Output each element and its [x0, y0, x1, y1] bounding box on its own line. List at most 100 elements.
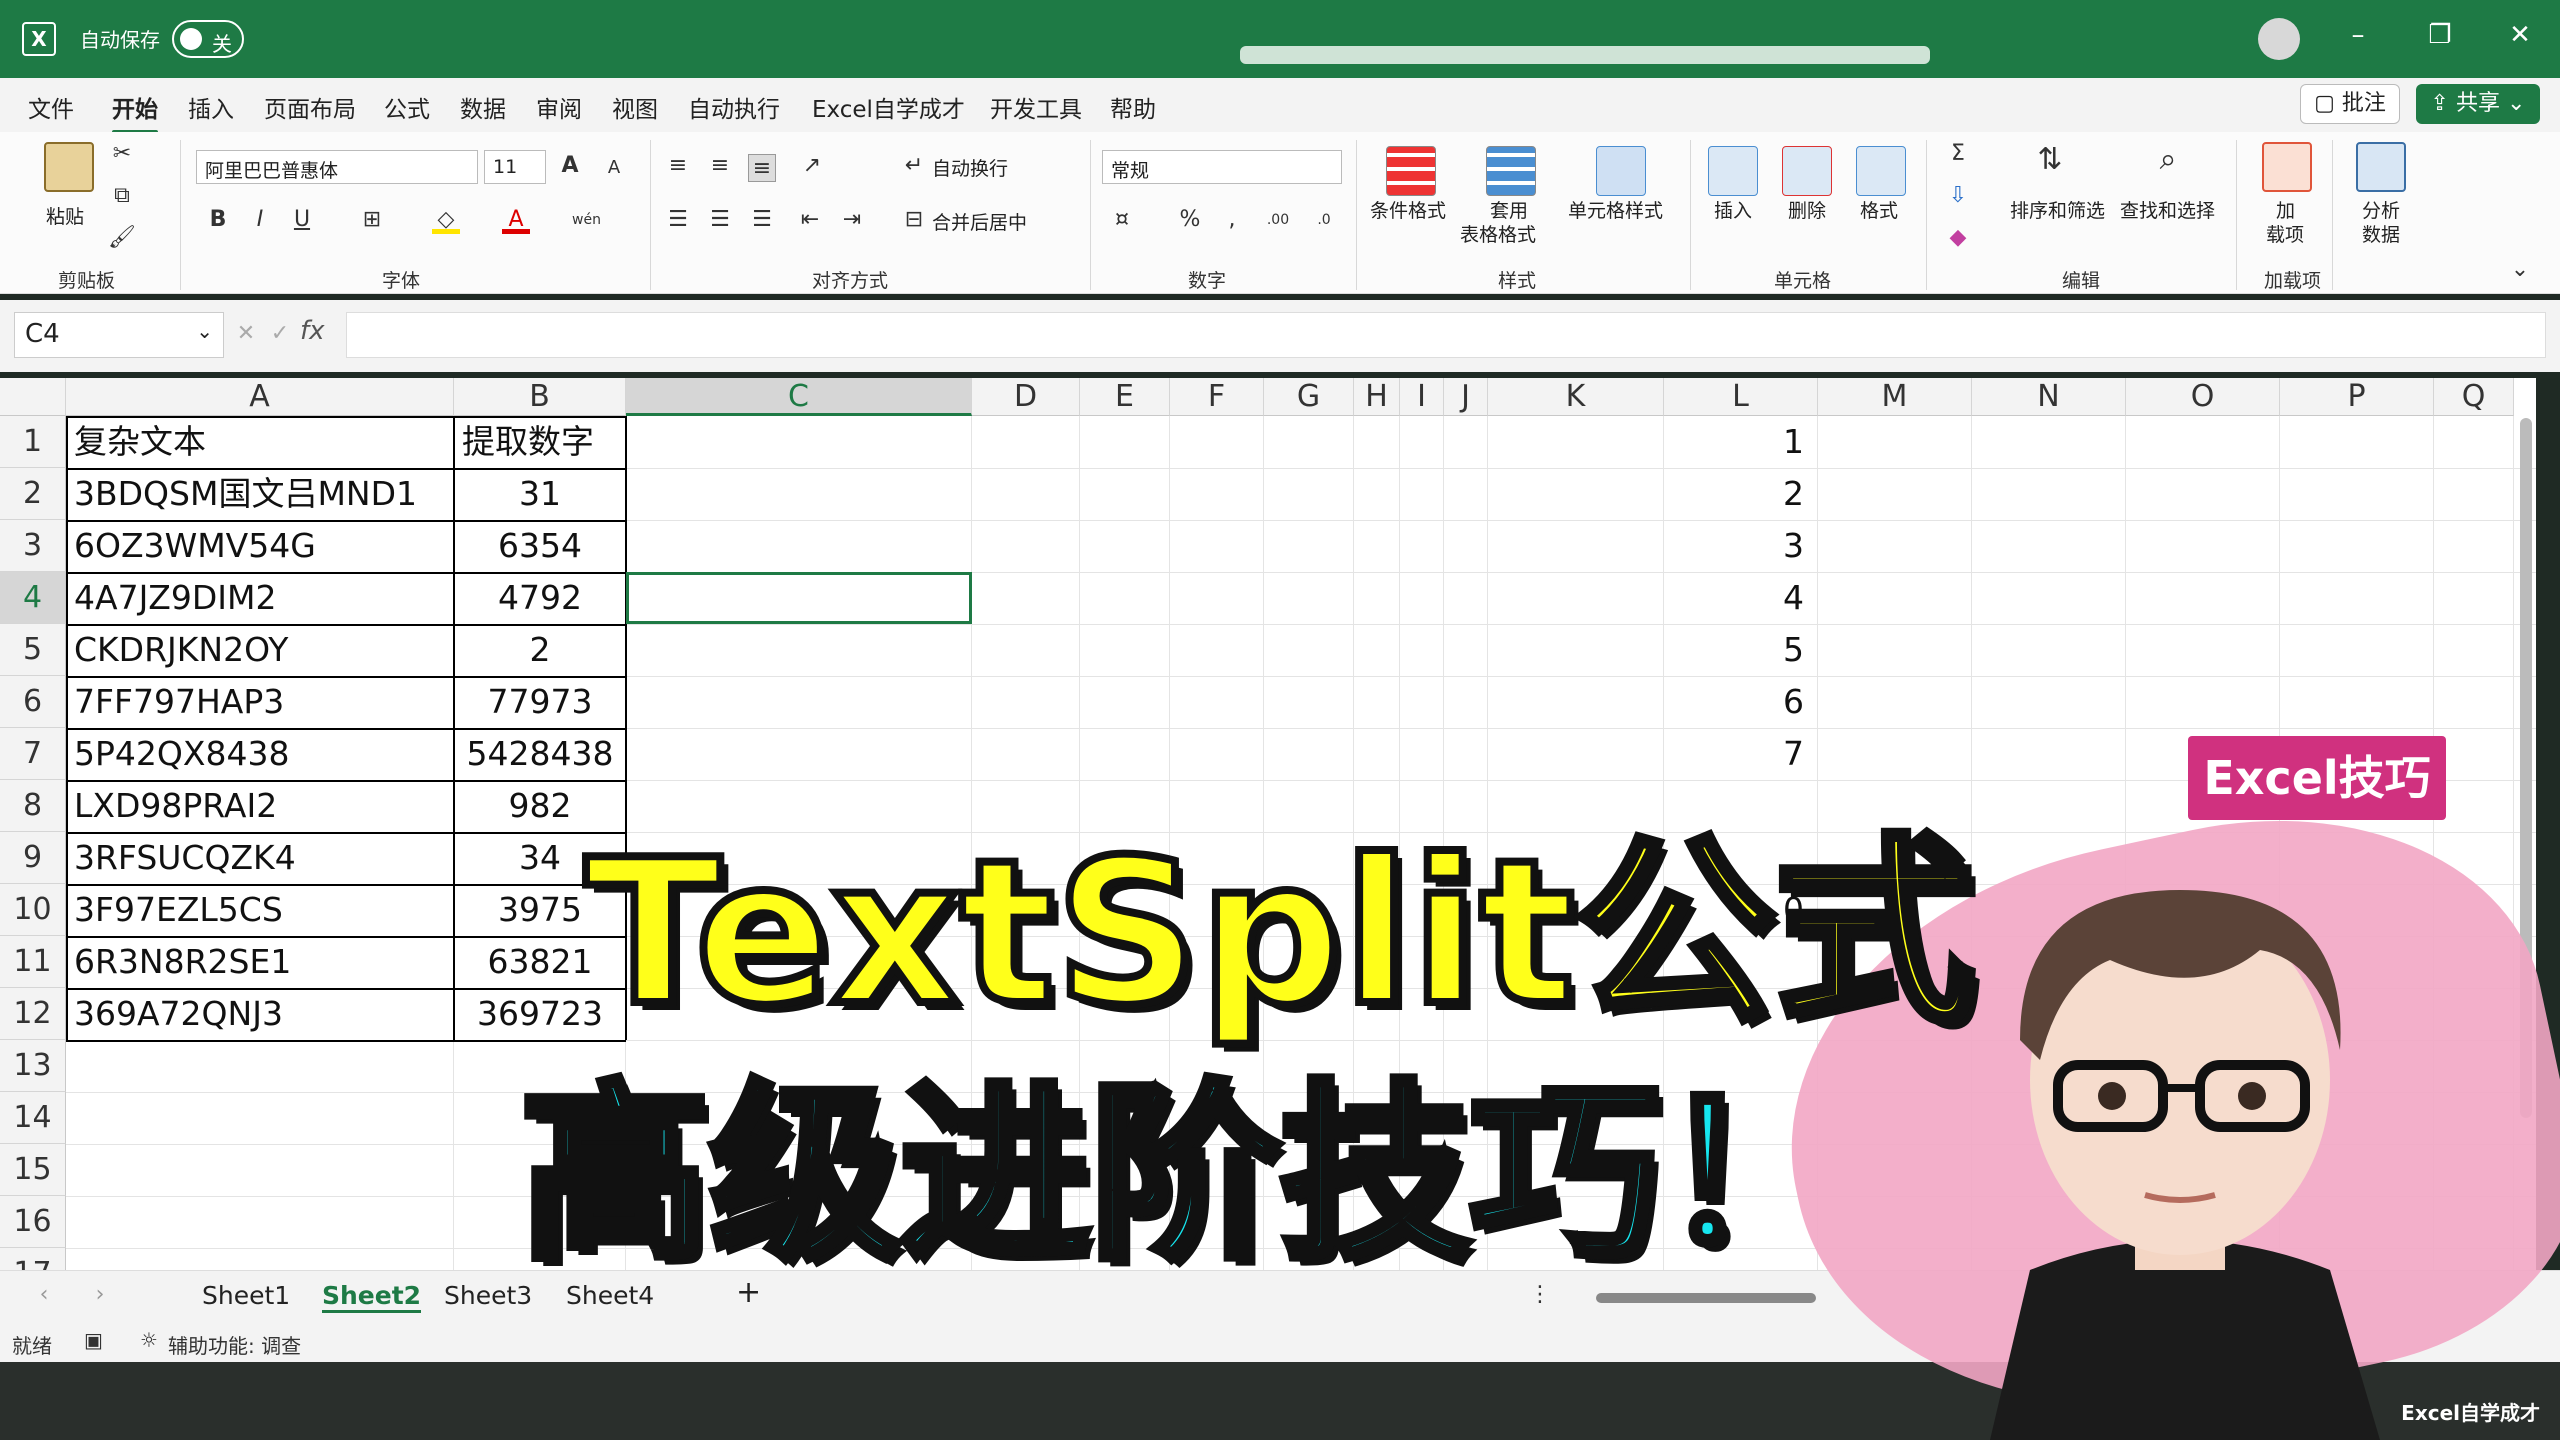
next-sheet-icon[interactable]: › — [86, 1281, 114, 1309]
row-header-4[interactable]: 4 — [0, 572, 66, 624]
column-header-n[interactable]: N — [1972, 378, 2126, 416]
addins-icon[interactable] — [2262, 142, 2312, 192]
column-header-c[interactable]: C — [626, 378, 972, 416]
sort-filter-icon[interactable]: ⇅ — [2036, 145, 2064, 175]
tab-home[interactable]: 开始 — [112, 90, 158, 134]
tab-automate[interactable]: 自动执行 — [688, 90, 780, 124]
row-header-1[interactable]: 1 — [0, 416, 66, 468]
row-header-11[interactable]: 11 — [0, 936, 66, 988]
row-header-10[interactable]: 10 — [0, 884, 66, 936]
column-header-h[interactable]: H — [1354, 378, 1400, 416]
merge-center-icon[interactable]: ⊟ — [900, 206, 928, 234]
sheet-tab-2[interactable]: Sheet2 — [322, 1281, 422, 1313]
cell-l[interactable]: 2 — [1664, 468, 1818, 520]
tab-developer[interactable]: 开发工具 — [990, 90, 1082, 124]
conditional-format-label[interactable]: 条件格式 — [1370, 196, 1446, 223]
clear-icon[interactable]: ◆ — [1944, 224, 1972, 252]
row-header-12[interactable]: 12 — [0, 988, 66, 1040]
align-middle-icon[interactable]: ≡ — [706, 152, 734, 180]
formula-input[interactable] — [346, 312, 2546, 358]
table-cell-b[interactable]: 31 — [454, 468, 626, 520]
sheet-tab-3[interactable]: Sheet3 — [444, 1281, 532, 1310]
fill-icon[interactable]: ⇩ — [1944, 182, 1972, 210]
restore-icon[interactable]: ❐ — [2420, 20, 2460, 50]
tab-insert[interactable]: 插入 — [188, 90, 234, 124]
column-header-e[interactable]: E — [1080, 378, 1170, 416]
row-header-9[interactable]: 9 — [0, 832, 66, 884]
find-select-icon[interactable]: ⌕ — [2154, 145, 2182, 175]
tab-formulas[interactable]: 公式 — [384, 90, 430, 124]
align-center-icon[interactable]: ☰ — [706, 206, 734, 234]
name-box[interactable]: C4 ⌄ — [14, 312, 224, 358]
enter-icon[interactable]: ✓ — [266, 320, 294, 348]
column-header-i[interactable]: I — [1400, 378, 1444, 416]
conditional-format-icon[interactable] — [1386, 146, 1436, 196]
row-header-2[interactable]: 2 — [0, 468, 66, 520]
addins-label-2[interactable]: 载项 — [2266, 220, 2304, 247]
align-right-icon[interactable]: ☰ — [748, 206, 776, 234]
tab-view[interactable]: 视图 — [612, 90, 658, 124]
accessibility-status[interactable]: 辅助功能: 调查 — [168, 1330, 301, 1359]
bold-icon[interactable]: B — [204, 206, 232, 234]
tab-review[interactable]: 审阅 — [536, 90, 582, 124]
table-cell-a[interactable]: 4A7JZ9DIM2 — [66, 572, 454, 624]
row-header-17[interactable]: 17 — [0, 1248, 66, 1270]
column-header-b[interactable]: B — [454, 378, 626, 416]
cell-l[interactable]: 1 — [1664, 416, 1818, 468]
table-cell-a[interactable]: 3RFSUCQZK4 — [66, 832, 454, 884]
cell-l[interactable]: 4 — [1664, 572, 1818, 624]
border-icon[interactable]: ⊞ — [358, 206, 386, 234]
format-cells-label[interactable]: 格式 — [1860, 196, 1898, 223]
comma-icon[interactable]: , — [1218, 206, 1246, 234]
cut-icon[interactable]: ✂ — [108, 140, 136, 168]
column-header-f[interactable]: F — [1170, 378, 1264, 416]
align-bottom-icon[interactable]: ≡ — [748, 154, 776, 182]
cell-styles-icon[interactable] — [1596, 146, 1646, 196]
table-cell-a[interactable]: 6R3N8R2SE1 — [66, 936, 454, 988]
search-bar[interactable] — [1240, 46, 1930, 64]
cancel-icon[interactable]: ✕ — [232, 320, 260, 348]
table-cell-b[interactable]: 2 — [454, 624, 626, 676]
tab-excel-zixue[interactable]: Excel自学成才 — [812, 90, 965, 124]
table-cell-a[interactable]: 3F97EZL5CS — [66, 884, 454, 936]
cell-b1[interactable]: 提取数字 — [454, 416, 626, 468]
analyze-data-label-1[interactable]: 分析 — [2362, 196, 2400, 223]
font-color-icon[interactable]: A — [502, 206, 530, 234]
cell-l[interactable]: 5 — [1664, 624, 1818, 676]
comments-button[interactable]: ▢ 批注 — [2300, 84, 2400, 124]
cell-l[interactable]: 3 — [1664, 520, 1818, 572]
insert-cells-icon[interactable] — [1708, 146, 1758, 196]
row-header-7[interactable]: 7 — [0, 728, 66, 780]
table-cell-a[interactable]: 6OZ3WMV54G — [66, 520, 454, 572]
increase-decimal-icon[interactable]: .00 — [1264, 206, 1292, 234]
row-header-8[interactable]: 8 — [0, 780, 66, 832]
find-select-label[interactable]: 查找和选择 — [2120, 196, 2215, 223]
close-icon[interactable]: ✕ — [2500, 20, 2540, 50]
align-left-icon[interactable]: ☰ — [664, 206, 692, 234]
row-header-3[interactable]: 3 — [0, 520, 66, 572]
macro-record-icon[interactable]: ▣ — [84, 1328, 103, 1352]
avatar[interactable] — [2258, 18, 2300, 60]
row-header-15[interactable]: 15 — [0, 1144, 66, 1196]
table-cell-b[interactable]: 6354 — [454, 520, 626, 572]
column-header-o[interactable]: O — [2126, 378, 2280, 416]
autosum-icon[interactable]: Σ — [1944, 140, 1972, 168]
underline-icon[interactable]: U — [288, 206, 316, 234]
column-header-q[interactable]: Q — [2434, 378, 2514, 416]
column-header-g[interactable]: G — [1264, 378, 1354, 416]
tab-help[interactable]: 帮助 — [1110, 90, 1156, 124]
row-header-14[interactable]: 14 — [0, 1092, 66, 1144]
table-cell-a[interactable]: 3BDQSM国文吕MND1 — [66, 468, 454, 520]
table-cell-a[interactable]: 7FF797HAP3 — [66, 676, 454, 728]
prev-sheet-icon[interactable]: ‹ — [30, 1281, 58, 1309]
selected-cell-c4[interactable] — [626, 572, 972, 624]
minimize-icon[interactable]: – — [2338, 20, 2378, 50]
orientation-icon[interactable]: ↗ — [798, 152, 826, 180]
table-cell-b[interactable]: 4792 — [454, 572, 626, 624]
column-header-d[interactable]: D — [972, 378, 1080, 416]
column-header-p[interactable]: P — [2280, 378, 2434, 416]
number-format-select[interactable]: 常规 — [1102, 150, 1342, 184]
sheet-tab-1[interactable]: Sheet1 — [202, 1281, 290, 1310]
italic-icon[interactable]: I — [246, 206, 274, 234]
row-header-5[interactable]: 5 — [0, 624, 66, 676]
